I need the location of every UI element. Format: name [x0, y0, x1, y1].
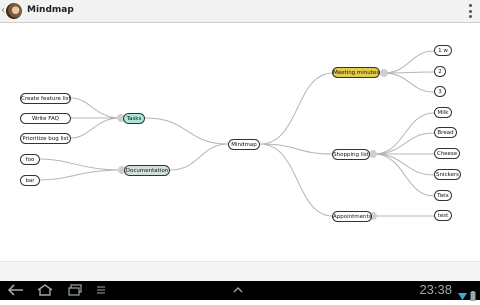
node-prioritize-bug-list[interactable]: Prioritize bug list: [20, 133, 71, 144]
app-avatar-icon[interactable]: [6, 3, 22, 19]
node-3[interactable]: 3: [434, 86, 446, 97]
meeting-minutes-expand-knob[interactable]: [380, 69, 388, 77]
shopping-list-expand-knob[interactable]: [369, 150, 377, 158]
bottom-strip: [0, 261, 480, 282]
wifi-icon: [458, 286, 467, 305]
node-tasks[interactable]: Tasks: [123, 113, 145, 124]
home-icon[interactable]: [37, 284, 53, 296]
action-bar: ‹ Mindmap: [0, 0, 480, 23]
back-icon[interactable]: [8, 284, 24, 296]
node-bar[interactable]: bar: [20, 175, 40, 186]
mindmap-canvas[interactable]: Mindmap Tasks Documentation Create featu…: [0, 23, 480, 261]
node-2[interactable]: 2: [434, 66, 446, 77]
node-documentation[interactable]: Documentation: [124, 165, 170, 176]
battery-icon: [470, 286, 476, 305]
node-shopping-list[interactable]: Shopping list: [332, 149, 370, 160]
node-create-feature-list[interactable]: Create feature list: [20, 93, 71, 104]
up-chevron-icon[interactable]: ‹: [1, 5, 5, 17]
node-write-faq[interactable]: Write FAQ: [20, 113, 71, 124]
node-cheese[interactable]: Cheese: [434, 148, 460, 159]
recent-apps-icon[interactable]: [68, 284, 82, 296]
overflow-menu-icon[interactable]: [468, 4, 472, 18]
node-meeting-minutes[interactable]: Meeting minutes: [332, 67, 380, 78]
node-test[interactable]: test: [434, 210, 452, 221]
app-title: Mindmap: [27, 5, 74, 15]
node-foo[interactable]: foo: [20, 154, 40, 165]
node-1w[interactable]: 1 w: [434, 45, 452, 56]
menu-icon[interactable]: [96, 284, 106, 296]
node-root[interactable]: Mindmap: [228, 139, 260, 150]
node-bread[interactable]: Bread: [434, 127, 457, 138]
node-appointments[interactable]: Appointments: [332, 211, 372, 222]
clock: 23:38: [419, 282, 452, 297]
node-milk[interactable]: Milk: [434, 107, 452, 118]
node-snickers[interactable]: Snickers: [434, 169, 461, 180]
chevron-up-icon[interactable]: [232, 284, 244, 296]
system-nav-bar: 23:38: [0, 281, 480, 301]
node-twix[interactable]: Twix: [434, 190, 452, 201]
